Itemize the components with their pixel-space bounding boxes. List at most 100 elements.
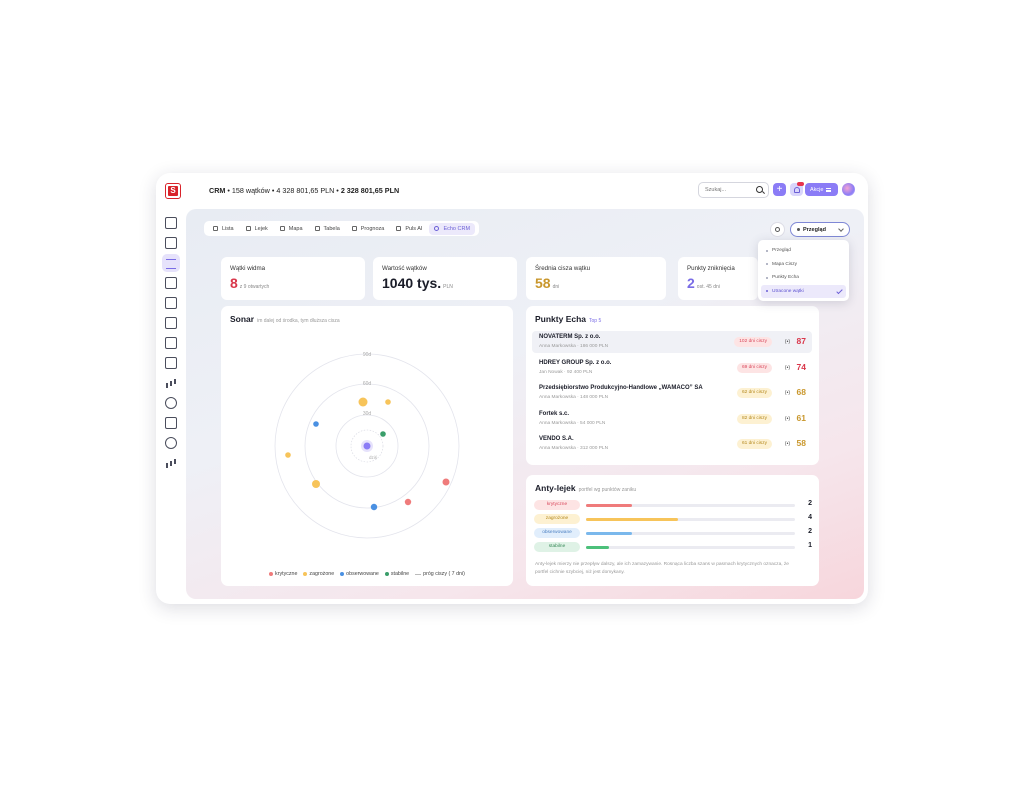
list-icon[interactable] xyxy=(162,254,180,272)
table-icon xyxy=(314,226,320,231)
level-pill: obserwowane xyxy=(534,528,580,538)
blip-threatened[interactable] xyxy=(285,452,291,458)
blip-observed[interactable] xyxy=(370,503,378,511)
breadcrumb: CRM • 158 wątków • 4 328 801,65 PLN • 2 … xyxy=(209,186,399,195)
echo-company: HDREY GROUP Sp. z o.o. xyxy=(539,360,612,366)
legend-dot xyxy=(384,572,389,576)
add-button[interactable]: + xyxy=(773,183,786,196)
echo-row[interactable]: Fortek s.c. Anna Markowska · 54 000 PLN … xyxy=(532,408,812,430)
tab-label: Echo CRM xyxy=(443,225,471,232)
tab-tabela[interactable]: Tabela xyxy=(310,223,345,235)
dropdown-option-selected[interactable]: Utracone wątki xyxy=(761,284,846,298)
bar-fill xyxy=(586,545,609,549)
search-input[interactable] xyxy=(705,187,753,193)
book-icon[interactable] xyxy=(165,297,177,309)
blip-threatened[interactable] xyxy=(358,397,368,407)
actions-button[interactable]: Akcje xyxy=(805,183,838,196)
echo-row[interactable]: NOVATERM Sp. z o.o. Anna Markowska · 186… xyxy=(532,331,812,353)
echo-score: 58 xyxy=(796,438,806,448)
folder-icon[interactable] xyxy=(165,357,177,369)
breadcrumb-total: 2 328 801,65 PLN xyxy=(340,186,400,195)
level-pill: zagrożone xyxy=(534,514,580,524)
status-dot xyxy=(797,228,800,231)
blip-threatened[interactable] xyxy=(385,399,391,405)
legend-dot xyxy=(303,572,308,576)
echo-row[interactable]: HDREY GROUP Sp. z o.o. Jan Nowak · 92 40… xyxy=(532,357,812,379)
notification-badge xyxy=(797,182,804,186)
anti-funnel-row: zagrożone 4 xyxy=(534,514,812,524)
legend-label: obserwowane xyxy=(346,571,379,577)
settings-icon[interactable] xyxy=(165,397,177,409)
kpi-sub: dni xyxy=(552,284,560,290)
dropdown-option[interactable]: Przegląd xyxy=(761,244,846,258)
clipboard-icon[interactable] xyxy=(165,317,177,329)
blip-observed[interactable] xyxy=(313,421,319,427)
kpi-card-thread-value: Wartość wątków 1040 tys. PLN xyxy=(373,257,517,300)
dropdown-option[interactable]: Punkty Echa xyxy=(761,271,846,285)
radar-icon: (•) xyxy=(784,339,790,345)
tab-puls-ai[interactable]: Puls AI xyxy=(391,223,427,235)
forecast-icon xyxy=(351,226,357,231)
blip-critical[interactable] xyxy=(404,498,412,506)
copy-icon[interactable] xyxy=(165,277,177,289)
main-content: Lista Lejek Mapa Tabela Prognoza Puls AI… xyxy=(186,209,864,599)
bell-icon xyxy=(793,186,800,193)
level-count: 4 xyxy=(808,514,812,521)
ring-label: 60d xyxy=(363,381,372,387)
bar-track xyxy=(586,503,795,507)
tab-echo-crm[interactable]: Echo CRM xyxy=(429,222,476,235)
logo-mark: S xyxy=(168,186,178,196)
search-box[interactable] xyxy=(698,182,769,198)
mail-icon[interactable] xyxy=(165,417,177,429)
ai-orb-icon[interactable] xyxy=(842,183,855,196)
anti-funnel-row: krytyczne 2 xyxy=(534,500,812,510)
bar-track xyxy=(586,517,795,521)
chart-icon[interactable] xyxy=(165,377,177,389)
search-icon[interactable] xyxy=(756,186,763,193)
echo-row[interactable]: Przedsiębiorstwo Produkcyjno-Handlowe „W… xyxy=(532,382,812,404)
echo-meta: Anna Markowska · 54 000 PLN xyxy=(539,421,606,426)
silence-badge: 62 dni ciszy xyxy=(736,388,772,398)
ring-label: 30d xyxy=(363,411,372,417)
theme-toggle-button[interactable] xyxy=(770,222,785,237)
anti-funnel-row: obserwowane 2 xyxy=(534,528,812,538)
tab-lejek[interactable]: Lejek xyxy=(241,223,273,235)
option-label: Punkty Echa xyxy=(772,275,799,281)
tab-prognoza[interactable]: Prognoza xyxy=(347,223,390,235)
sonar-card: Sonar im dalej od środka, tym dłuższa cis… xyxy=(221,306,513,586)
legend-stable: stabilne xyxy=(384,571,409,577)
echo-row[interactable]: VENDO S.A. Anna Markowska · 312 000 PLN … xyxy=(532,433,812,455)
actions-label: Akcje xyxy=(810,186,824,193)
list-icon xyxy=(213,226,218,231)
top-bar: S CRM • 158 wątków • 4 328 801,65 PLN • … xyxy=(156,173,868,209)
view-select[interactable]: Przegląd xyxy=(790,222,850,237)
kpi-sub: ost. 45 dni xyxy=(696,284,720,290)
logo[interactable]: S xyxy=(165,183,181,199)
anti-funnel-subtitle: portfel wg punktów zaniku xyxy=(578,487,637,493)
tab-label: Puls AI xyxy=(405,225,423,232)
bullet-icon xyxy=(766,263,768,266)
dashboard-icon[interactable] xyxy=(165,217,177,229)
ai-icon[interactable] xyxy=(165,437,177,449)
bullet-icon xyxy=(766,290,768,293)
document-icon[interactable] xyxy=(165,237,177,249)
level-count: 2 xyxy=(808,500,812,507)
kpi-card-ghost-threads: Wątki widma 8z 9 otwartych xyxy=(221,257,365,300)
anti-funnel-title-text: Anty-lejek xyxy=(535,483,576,493)
kpi-value: 1040 tys. xyxy=(382,275,442,291)
echo-title: Punkty Echa Top 5 xyxy=(535,314,601,324)
blip-critical[interactable] xyxy=(442,478,450,486)
bar-track xyxy=(586,545,795,549)
level-pill: krytyczne xyxy=(534,500,580,510)
dropdown-option[interactable]: Mapa Ciszy xyxy=(761,258,846,272)
echo-company: Przedsiębiorstwo Produkcyjno-Handlowe „W… xyxy=(539,385,703,391)
level-count: 2 xyxy=(808,528,812,535)
blip-stable[interactable] xyxy=(380,431,386,437)
stats-icon[interactable] xyxy=(165,457,177,469)
blip-threatened[interactable] xyxy=(312,480,320,488)
calendar-icon[interactable] xyxy=(165,337,177,349)
view-dropdown: Przegląd Mapa Ciszy Punkty Echa Utracone… xyxy=(758,240,849,301)
legend-threatened: zagrożone xyxy=(303,571,334,577)
tab-mapa[interactable]: Mapa xyxy=(275,223,308,235)
tab-lista[interactable]: Lista xyxy=(208,223,239,235)
